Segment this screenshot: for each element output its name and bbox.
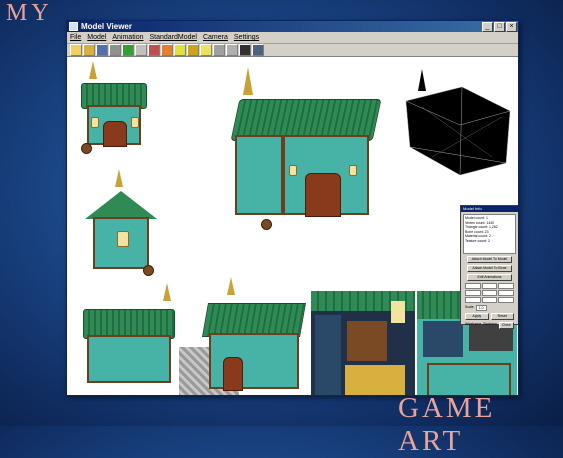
record-icon[interactable] [252, 44, 264, 56]
model-viewer-window: Model Viewer _ □ × File Model Animation … [66, 20, 519, 396]
lantern [349, 165, 357, 176]
roof [202, 303, 306, 337]
lantern [131, 117, 139, 128]
menu-standardmodel[interactable]: StandardModel [150, 34, 197, 41]
edit-animations-button[interactable]: Edit Animations [467, 274, 512, 281]
light-icon[interactable] [161, 44, 173, 56]
apply-button[interactable]: Apply [465, 313, 489, 320]
window [117, 231, 129, 247]
sphere-icon[interactable] [187, 44, 199, 56]
viewport[interactable]: Model Info Model count: 1 Vertex count: … [67, 57, 518, 395]
attach-to-model-button[interactable]: Attach Model To Model [467, 256, 512, 263]
texture-icon[interactable] [148, 44, 160, 56]
toolbar [67, 44, 518, 57]
save-icon[interactable] [96, 44, 108, 56]
wire-icon[interactable] [174, 44, 186, 56]
side-wall [235, 135, 283, 215]
field[interactable] [498, 283, 514, 289]
close-dialog-button[interactable]: Close [498, 322, 514, 329]
reset-button[interactable]: Reset [490, 313, 514, 320]
lantern [91, 117, 99, 128]
scale-input[interactable]: 1.0 [475, 305, 487, 311]
box-icon[interactable] [135, 44, 147, 56]
field[interactable] [481, 297, 498, 303]
skeleton-checkbox[interactable]: Skeleton [483, 322, 497, 329]
maximize-button[interactable]: □ [494, 21, 505, 32]
model-info-list: Model count: 1 Vertex count: 1440 Triang… [463, 214, 516, 254]
pause-icon[interactable] [213, 44, 225, 56]
field[interactable] [481, 290, 498, 296]
wall [87, 335, 171, 383]
app-icon [69, 22, 78, 31]
grid-icon[interactable] [122, 44, 134, 56]
field[interactable] [465, 297, 481, 303]
barrel [81, 143, 92, 154]
house-render-perspective [225, 67, 385, 237]
roof-spire [243, 67, 253, 95]
menu-camera[interactable]: Camera [203, 34, 228, 41]
options-row: Wireframe Skeleton Close [465, 322, 514, 329]
scale-label: Scale [465, 305, 474, 309]
roof-spire [115, 169, 123, 187]
barrel [261, 219, 272, 230]
play-icon[interactable] [200, 44, 212, 56]
house-render-scene [179, 277, 309, 395]
field[interactable] [465, 283, 481, 289]
house-render-side [81, 169, 161, 279]
barrel [143, 265, 154, 276]
field[interactable] [481, 283, 498, 289]
door [305, 173, 341, 217]
attach-to-bone-button[interactable]: Attach Model To Bone [467, 265, 512, 272]
field[interactable] [498, 290, 514, 296]
wireframe-render [402, 67, 512, 177]
scale-row: Scale 1.0 [465, 305, 514, 311]
minimize-button[interactable]: _ [482, 21, 493, 32]
house-render-front [79, 61, 149, 161]
door [223, 357, 243, 391]
menu-bar: File Model Animation StandardModel Camer… [67, 32, 518, 44]
caption-my: MY [6, 0, 53, 26]
roof-spire [227, 277, 235, 295]
menu-file[interactable]: File [70, 34, 81, 41]
apply-reset-row: Apply Reset [465, 313, 514, 320]
dialog-title: Model Info [461, 206, 518, 212]
door [103, 121, 127, 147]
roof [85, 191, 157, 219]
texture-sheet-1 [311, 291, 415, 395]
roof-spire [89, 61, 97, 79]
model-info-dialog: Model Info Model count: 1 Vertex count: … [460, 205, 518, 329]
list-item: Texture count: 2 [465, 238, 490, 243]
close-button[interactable]: × [506, 21, 517, 32]
caption-game-art: GAME ART [398, 392, 496, 457]
stop-icon[interactable] [226, 44, 238, 56]
menu-settings[interactable]: Settings [234, 34, 259, 41]
camera-icon[interactable] [239, 44, 251, 56]
transform-fields [465, 283, 514, 303]
wireframe-checkbox[interactable]: Wireframe [465, 322, 481, 329]
house-render-back [79, 283, 179, 393]
roof-spire [163, 283, 171, 301]
lantern [289, 165, 297, 176]
menu-model[interactable]: Model [87, 34, 106, 41]
window-title: Model Viewer [81, 22, 132, 31]
menu-animation[interactable]: Animation [112, 34, 143, 41]
open-icon[interactable] [70, 44, 82, 56]
field[interactable] [465, 290, 481, 296]
title-bar[interactable]: Model Viewer _ □ × [67, 21, 518, 32]
field[interactable] [498, 297, 514, 303]
folder-icon[interactable] [83, 44, 95, 56]
print-icon[interactable] [109, 44, 121, 56]
